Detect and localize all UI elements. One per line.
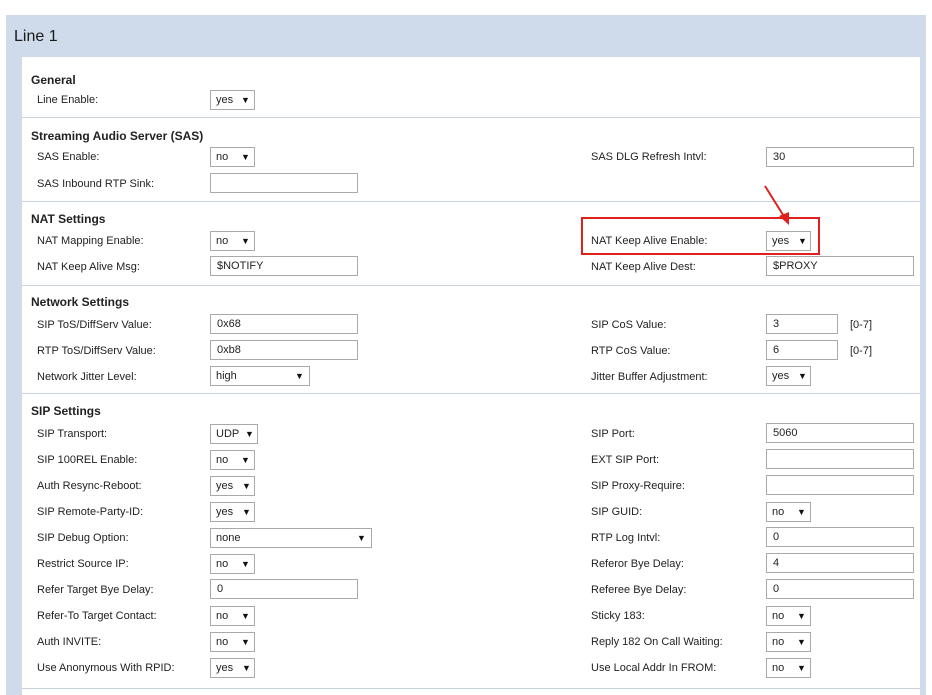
referee-bye-input[interactable] <box>766 579 914 599</box>
sip-transport-value: UDP <box>216 428 240 440</box>
local-addr-from-select[interactable]: no ▼ <box>766 658 811 678</box>
sip-tos-label: SIP ToS/DiffServ Value: <box>37 319 152 331</box>
referor-bye-label: Referor Bye Delay: <box>591 558 684 570</box>
sip-tos-input[interactable] <box>210 314 358 334</box>
remote-party-id-label: SIP Remote-Party-ID: <box>37 506 144 518</box>
refer-target-bye-label: Refer Target Bye Delay: <box>37 584 154 596</box>
chevron-down-icon: ▼ <box>245 429 254 439</box>
sip-proxy-require-input[interactable] <box>766 475 914 495</box>
sip-transport-select[interactable]: UDP ▼ <box>210 424 258 444</box>
chevron-down-icon: ▼ <box>242 481 251 491</box>
rtp-cos-range: [0-7] <box>850 345 873 357</box>
auth-resync-value: yes <box>216 480 234 492</box>
rtp-tos-input[interactable] <box>210 340 358 360</box>
refer-target-bye-input[interactable] <box>210 579 358 599</box>
auth-resync-select[interactable]: yes ▼ <box>210 476 255 496</box>
section-title-sip: SIP Settings <box>31 404 101 418</box>
sip-transport-label: SIP Transport: <box>37 428 108 440</box>
rtp-tos-label: RTP ToS/DiffServ Value: <box>37 345 156 357</box>
rtp-cos-label: RTP CoS Value: <box>591 345 671 357</box>
refer-to-target-label: Refer-To Target Contact: <box>37 610 157 622</box>
rtp-cos-input[interactable] <box>766 340 838 360</box>
sticky-183-select[interactable]: no ▼ <box>766 606 811 626</box>
chevron-down-icon: ▼ <box>797 507 806 517</box>
sip-100rel-label: SIP 100REL Enable: <box>37 454 138 466</box>
sip-cos-range: [0-7] <box>850 319 873 331</box>
sip-debug-option-label: SIP Debug Option: <box>37 532 129 544</box>
sip-port-input[interactable] <box>766 423 914 443</box>
chevron-down-icon: ▼ <box>241 559 250 569</box>
restrict-source-ip-value: no <box>216 558 229 570</box>
chevron-down-icon: ▼ <box>295 371 304 381</box>
rtp-log-label: RTP Log Intvl: <box>591 532 661 544</box>
sip-100rel-select[interactable]: no ▼ <box>210 450 255 470</box>
sip-guid-select[interactable]: no ▼ <box>766 502 811 522</box>
refer-to-target-value: no <box>216 610 229 622</box>
jitter-adjust-label: Jitter Buffer Adjustment: <box>591 371 708 383</box>
jitter-adjust-value: yes <box>772 370 790 382</box>
ext-sip-port-input[interactable] <box>766 449 914 469</box>
line-config-page: Line 1 General Line Enable: yes ▼ Stream… <box>0 0 932 695</box>
auth-resync-label: Auth Resync-Reboot: <box>37 480 142 492</box>
chevron-down-icon: ▼ <box>357 533 366 543</box>
anon-rpid-label: Use Anonymous With RPID: <box>37 662 175 674</box>
local-addr-from-label: Use Local Addr In FROM: <box>591 662 717 674</box>
sip-debug-option-select[interactable]: none ▼ <box>210 528 372 548</box>
reply-182-value: no <box>772 636 785 648</box>
sip-debug-option-value: none <box>216 532 241 544</box>
ext-sip-port-label: EXT SIP Port: <box>591 454 660 466</box>
chevron-down-icon: ▼ <box>241 611 250 621</box>
auth-invite-value: no <box>216 636 229 648</box>
chevron-down-icon: ▼ <box>241 455 250 465</box>
sticky-183-value: no <box>772 610 785 622</box>
section-title-network: Network Settings <box>31 295 130 309</box>
anon-rpid-select[interactable]: yes ▼ <box>210 658 255 678</box>
section-divider <box>22 393 920 394</box>
chevron-down-icon: ▼ <box>797 663 806 673</box>
reply-182-label: Reply 182 On Call Waiting: <box>591 636 723 648</box>
sip-guid-value: no <box>772 506 785 518</box>
chevron-down-icon: ▼ <box>241 637 250 647</box>
refer-to-target-select[interactable]: no ▼ <box>210 606 255 626</box>
auth-invite-select[interactable]: no ▼ <box>210 632 255 652</box>
sip-100rel-value: no <box>216 454 229 466</box>
restrict-source-ip-label: Restrict Source IP: <box>37 558 129 570</box>
referor-bye-input[interactable] <box>766 553 914 573</box>
jitter-adjust-select[interactable]: yes ▼ <box>766 366 811 386</box>
rtp-log-input[interactable] <box>766 527 914 547</box>
sip-proxy-require-label: SIP Proxy-Require: <box>591 480 685 492</box>
anon-rpid-value: yes <box>216 662 234 674</box>
chevron-down-icon: ▼ <box>242 507 251 517</box>
jitter-level-select[interactable]: high ▼ <box>210 366 310 386</box>
sticky-183-label: Sticky 183: <box>591 610 645 622</box>
chevron-down-icon: ▼ <box>797 611 806 621</box>
remote-party-id-select[interactable]: yes ▼ <box>210 502 255 522</box>
chevron-down-icon: ▼ <box>242 663 251 673</box>
chevron-down-icon: ▼ <box>798 371 807 381</box>
chevron-down-icon: ▼ <box>797 637 806 647</box>
jitter-level-label: Network Jitter Level: <box>37 371 137 383</box>
referee-bye-label: Referee Bye Delay: <box>591 584 687 596</box>
reply-182-select[interactable]: no ▼ <box>766 632 811 652</box>
local-addr-from-value: no <box>772 662 785 674</box>
sip-guid-label: SIP GUID: <box>591 506 643 518</box>
remote-party-id-value: yes <box>216 506 234 518</box>
sip-port-label: SIP Port: <box>591 428 635 440</box>
jitter-level-value: high <box>216 370 237 382</box>
section-divider <box>22 688 920 689</box>
sip-cos-label: SIP CoS Value: <box>591 319 667 331</box>
auth-invite-label: Auth INVITE: <box>37 636 102 648</box>
sip-cos-input[interactable] <box>766 314 838 334</box>
restrict-source-ip-select[interactable]: no ▼ <box>210 554 255 574</box>
